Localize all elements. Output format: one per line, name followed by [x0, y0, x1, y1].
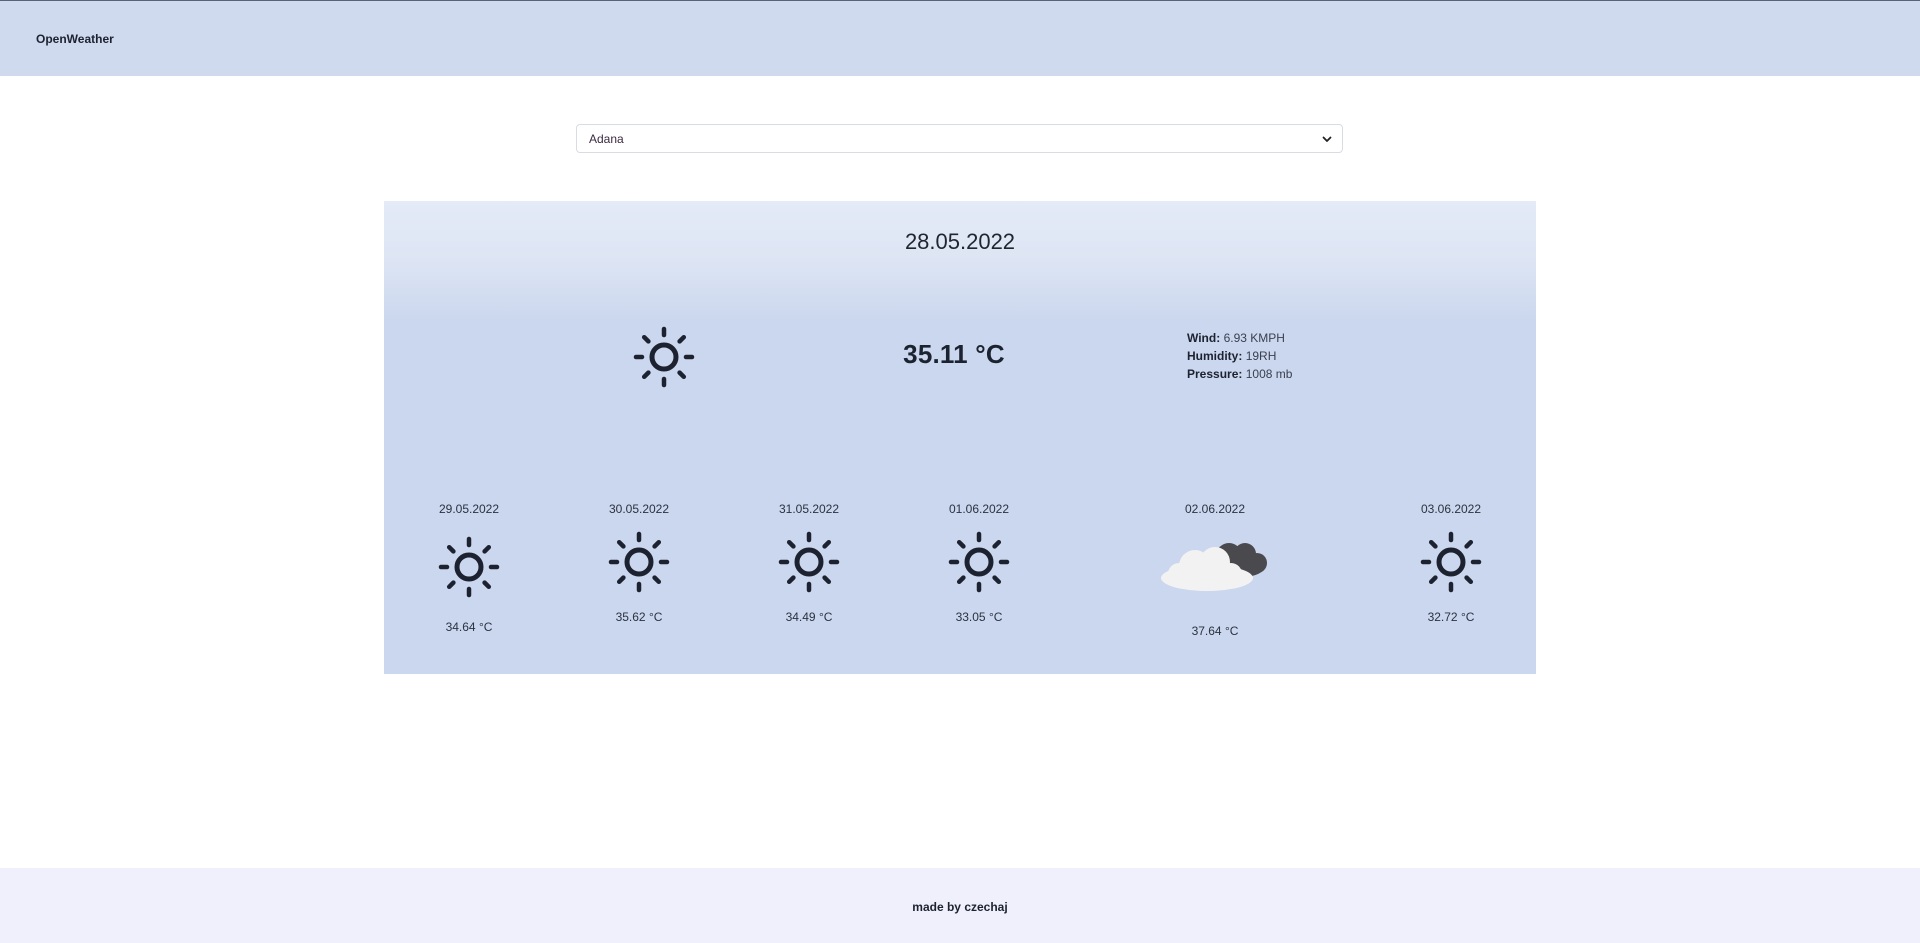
forecast-day: 30.05.2022 35.62 °C [569, 502, 709, 624]
forecast-date: 02.06.2022 [1184, 502, 1246, 516]
brand-link[interactable]: OpenWeather [36, 32, 114, 46]
forecast-day: 02.06.2022 37.64 °C [1140, 502, 1290, 638]
navbar: OpenWeather [0, 1, 1920, 76]
sun-icon [438, 536, 500, 598]
forecast-date: 29.05.2022 [438, 502, 500, 516]
sun-icon [633, 326, 695, 388]
forecast-temperature: 32.72 °C [1427, 610, 1475, 624]
humidity-label: Humidity: [1187, 349, 1243, 363]
pressure-row: Pressure: 1008 mb [1187, 365, 1292, 383]
wind-row: Wind: 6.93 KMPH [1187, 329, 1292, 347]
chevron-down-icon [1322, 136, 1332, 142]
forecast-temperature: 34.49 °C [785, 610, 833, 624]
wind-value: 6.93 KMPH [1223, 331, 1285, 345]
weather-details: Wind: 6.93 KMPH Humidity: 19RH Pressure:… [1187, 329, 1292, 383]
cloud-icon [1161, 543, 1267, 591]
pressure-label: Pressure: [1187, 367, 1243, 381]
current-temperature: 35.11 °C [903, 339, 1005, 369]
humidity-row: Humidity: 19RH [1187, 347, 1292, 365]
forecast-temperature: 33.05 °C [955, 610, 1003, 624]
sun-icon [948, 531, 1010, 593]
wind-label: Wind: [1187, 331, 1221, 345]
forecast-date: 30.05.2022 [608, 502, 670, 516]
weather-card: 28.05.2022 35.11 °C Wind: 6.93 KMPH Humi… [384, 201, 1536, 674]
sun-icon [1420, 531, 1482, 593]
forecast-day: 01.06.2022 33.05 °C [909, 502, 1049, 624]
sun-icon [608, 531, 670, 593]
sun-icon [778, 531, 840, 593]
forecast-date: 01.06.2022 [948, 502, 1010, 516]
forecast-temperature: 37.64 °C [1191, 624, 1239, 638]
forecast-day: 31.05.2022 34.49 °C [739, 502, 879, 624]
forecast-temperature: 34.64 °C [445, 620, 493, 634]
forecast-day: 03.06.2022 32.72 °C [1381, 502, 1521, 624]
city-select[interactable]: Adana [576, 124, 1343, 153]
humidity-value: 19RH [1245, 349, 1277, 363]
forecast-date: 31.05.2022 [778, 502, 840, 516]
forecast-temperature: 35.62 °C [615, 610, 663, 624]
pressure-value: 1008 mb [1245, 367, 1293, 381]
footer-credit: made by czechaj [912, 900, 1008, 914]
forecast-day: 29.05.2022 34.64 °C [399, 502, 539, 634]
footer: made by czechaj [0, 868, 1920, 943]
current-date: 28.05.2022 [904, 229, 1016, 254]
city-select-value: Adana [589, 132, 624, 146]
forecast-date: 03.06.2022 [1420, 502, 1482, 516]
